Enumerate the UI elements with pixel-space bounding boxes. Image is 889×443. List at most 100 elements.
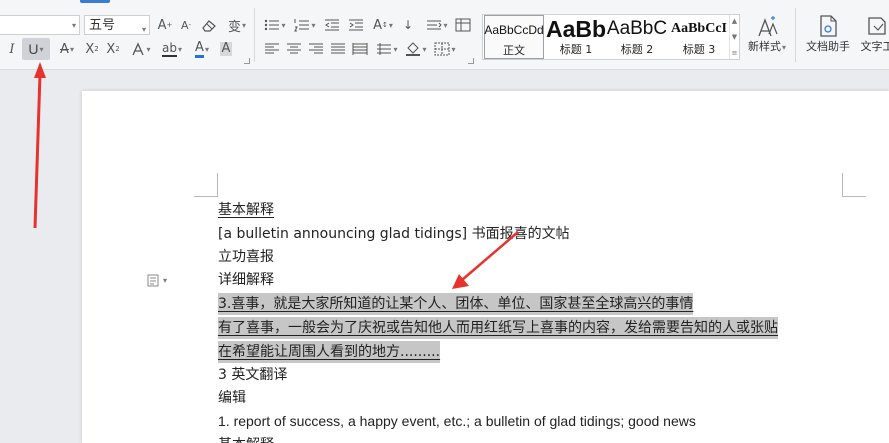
margin-mark-left — [194, 173, 218, 197]
document-canvas — [0, 71, 889, 443]
doc-line[interactable]: 3 英文翻译 — [218, 364, 287, 386]
table-button[interactable] — [453, 15, 473, 35]
font-size-select[interactable]: 五号 ▾ — [84, 15, 150, 35]
line-spacing-button[interactable]: ▾ — [424, 15, 450, 35]
doc-line[interactable]: 1. report of success, a happy event, etc… — [218, 410, 696, 432]
margin-mark-right — [842, 173, 866, 197]
doc-line[interactable]: 编辑 — [218, 387, 246, 409]
font-color-icon: A — [195, 40, 204, 58]
chevron-down-icon: ▾ — [781, 43, 786, 52]
gallery-scroll[interactable]: ▲ ▼ ≡ — [729, 15, 739, 59]
gallery-expand-icon[interactable]: ≡ — [732, 49, 738, 57]
phonetic-icon: 变 — [227, 19, 241, 35]
paragraph-layout-button[interactable]: ▾ — [146, 273, 167, 287]
chevron-down-icon: ▾ — [388, 20, 393, 30]
italic-button[interactable]: I — [4, 39, 20, 59]
numbered-list-icon — [294, 19, 310, 32]
highlight-icon: ab — [162, 41, 177, 57]
tab-stops-icon — [377, 43, 392, 55]
document-page[interactable] — [82, 91, 889, 443]
distributed-icon — [352, 43, 368, 55]
scroll-up-icon[interactable]: ▲ — [732, 17, 737, 25]
doc-line[interactable]: 立功喜报 — [218, 246, 274, 268]
font-name-select[interactable]: ▾ — [0, 15, 80, 35]
paragraph-dialog-launcher-icon[interactable] — [468, 58, 474, 64]
decrease-indent-button[interactable] — [322, 15, 342, 35]
phonetic-guide-button[interactable]: 变 ▾ — [224, 15, 250, 35]
font-color-button[interactable]: A ▾ — [190, 39, 214, 59]
text-tools-button[interactable]: 文字工 — [857, 14, 889, 54]
strikethrough-icon: A — [60, 41, 69, 57]
align-right-button[interactable] — [306, 39, 326, 59]
strikethrough-button[interactable]: A ▾ — [55, 39, 79, 59]
doc-assistant-button[interactable]: 文档助手 — [804, 14, 852, 54]
scroll-down-icon[interactable]: ▼ — [732, 33, 737, 41]
chevron-down-icon: ▾ — [281, 20, 286, 30]
grow-font-icon: A — [157, 17, 167, 33]
doc-line-selected[interactable]: 3.喜事，就是大家所知道的让某个人、团体、单位、国家甚至全球高兴的事情 — [218, 293, 694, 315]
chinese-layout-button[interactable]: ↓ — [400, 15, 416, 35]
text-tools-icon — [866, 14, 888, 38]
doc-line-selected[interactable]: 有了喜事，一般会为了庆祝或告知他人而用红纸写上喜事的内容，发给需要告知的人或张贴 — [218, 317, 778, 339]
chevron-down-icon: ▾ — [311, 20, 316, 30]
active-tab-indicator — [80, 0, 110, 3]
justify-icon — [331, 43, 345, 54]
chevron-down-icon: ▾ — [71, 21, 76, 30]
chevron-down-icon: ▾ — [146, 44, 151, 54]
chevron-down-icon: ▾ — [393, 44, 398, 54]
tab-stops-button[interactable]: ▾ — [374, 39, 400, 59]
subscript-button[interactable]: X2 — [104, 39, 122, 59]
borders-icon — [434, 42, 450, 56]
style-heading-1[interactable]: AaBb 标题 1 — [546, 15, 606, 59]
chevron-down-icon: ▾ — [177, 44, 182, 54]
align-center-icon — [287, 43, 301, 54]
justify-button[interactable] — [328, 39, 348, 59]
style-name: 标题 2 — [620, 43, 654, 56]
grow-font-button[interactable]: A + — [156, 15, 174, 35]
style-heading-3[interactable]: AaBbCcI 标题 3 — [669, 15, 729, 59]
shrink-font-button[interactable]: A- — [177, 15, 195, 35]
line-spacing-icon — [427, 20, 443, 30]
divider — [254, 8, 255, 62]
new-style-icon — [755, 14, 779, 38]
doc-assistant-icon — [817, 14, 839, 38]
char-shading-button[interactable]: A — [217, 39, 235, 59]
numbered-list-button[interactable]: ▾ — [292, 15, 318, 35]
underline-button[interactable]: U ▾ — [22, 38, 50, 60]
bullet-list-icon — [265, 19, 280, 31]
style-normal[interactable]: AaBbCcDd 正文 — [484, 15, 544, 59]
style-heading-2[interactable]: AaBbC 标题 2 — [606, 15, 668, 59]
chevron-down-icon: ▾ — [204, 44, 209, 54]
superscript-icon: X — [85, 41, 95, 57]
new-style-button[interactable]: 新样式▾ — [745, 14, 789, 54]
align-left-button[interactable] — [262, 39, 282, 59]
superscript-button[interactable]: X2 — [83, 39, 101, 59]
shrink-font-icon: A — [180, 18, 189, 32]
align-right-icon — [309, 43, 323, 54]
doc-line-selected[interactable]: 在希望能让周围人看到的地方......... — [218, 341, 441, 363]
text-effect-button[interactable]: ▾ — [128, 39, 154, 59]
font-size-value: 五号 — [89, 17, 116, 32]
divider — [795, 8, 796, 62]
style-name: 正文 — [503, 44, 525, 57]
bullet-list-button[interactable]: ▾ — [262, 15, 288, 35]
style-name: 标题 1 — [559, 43, 593, 56]
clear-format-button[interactable] — [199, 15, 219, 35]
chevron-down-icon: ▾ — [451, 44, 456, 54]
doc-line[interactable]: 详细解释 — [218, 269, 274, 291]
distributed-button[interactable] — [350, 39, 370, 59]
underline-icon: U — [28, 41, 39, 57]
highlight-button[interactable]: ab ▾ — [158, 39, 186, 59]
doc-line[interactable]: 基本解释 — [218, 434, 274, 443]
font-dialog-launcher-icon[interactable] — [244, 58, 250, 64]
doc-line[interactable]: 基本解释 — [218, 199, 274, 221]
borders-button[interactable]: ▾ — [432, 39, 458, 59]
text-direction-icon: A — [373, 17, 382, 33]
align-center-button[interactable] — [284, 39, 304, 59]
increase-indent-button[interactable] — [346, 15, 366, 35]
decrease-indent-icon — [325, 19, 339, 31]
text-direction-button[interactable]: A ↕ ▾ — [370, 15, 396, 35]
shading-button[interactable]: ▾ — [402, 39, 430, 59]
new-style-label: 新样式 — [747, 40, 781, 53]
doc-line[interactable]: [a bulletin announcing glad tidings] 书面报… — [218, 223, 570, 245]
